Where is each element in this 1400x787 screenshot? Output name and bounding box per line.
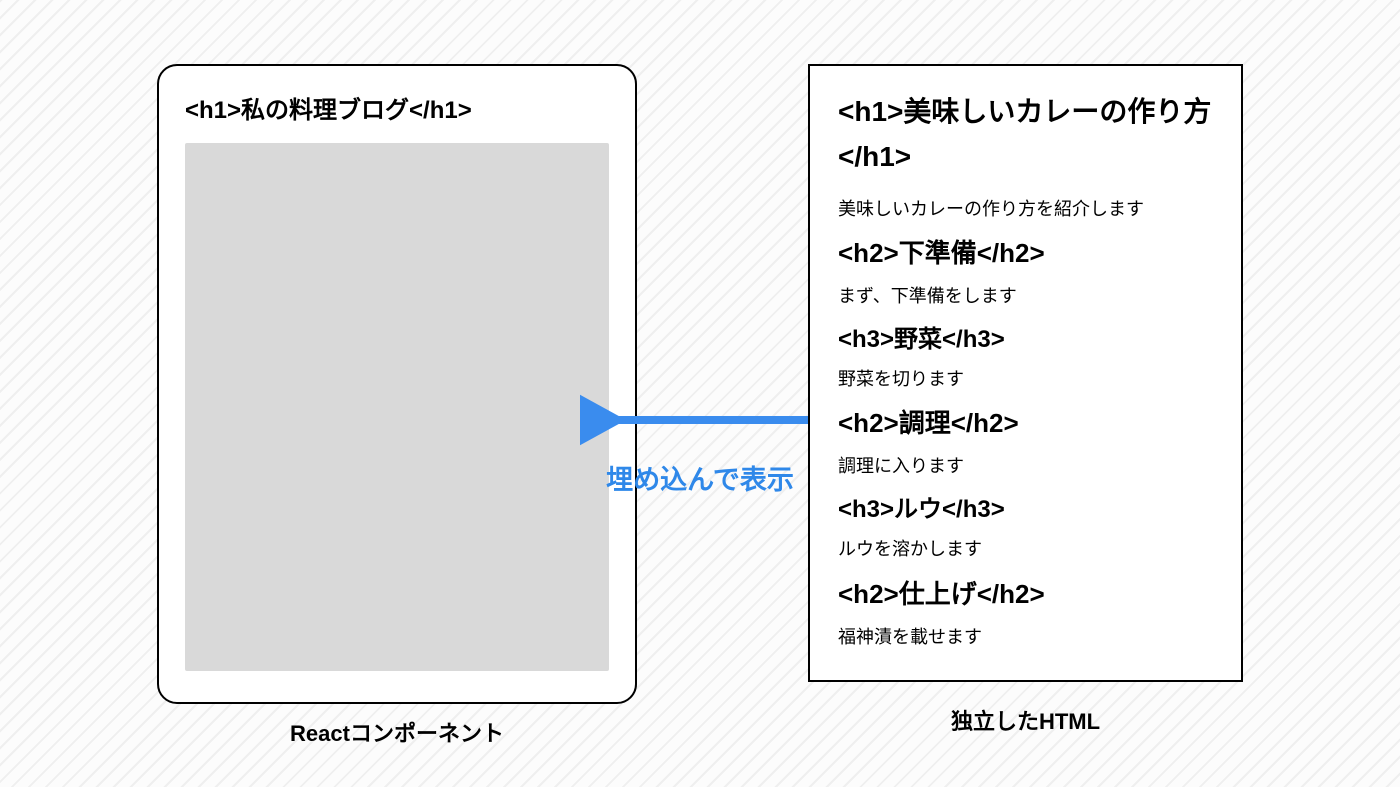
html-p: 福神漬を載せます [838,622,1213,653]
react-component-heading: <h1>私の料理ブログ</h1> [185,90,609,125]
arrow-icon [580,390,812,450]
html-h2: <h2>下準備</h2> [838,234,1213,273]
standalone-html-caption: 独立したHTML [808,704,1243,736]
html-h2: <h2>仕上げ</h2> [838,575,1213,614]
html-p: まず、下準備をします [838,281,1213,312]
embed-placeholder [185,143,609,671]
html-h3: <h3>ルウ</h3> [838,492,1213,528]
react-component-caption: Reactコンポーネント [157,716,637,748]
html-p: 野菜を切ります [838,364,1213,395]
html-h3: <h3>野菜</h3> [838,322,1213,358]
standalone-html-panel: <h1>美味しいカレーの作り方</h1> 美味しいカレーの作り方を紹介します <h2… [808,64,1243,682]
html-p: 調理に入ります [838,451,1213,482]
html-h2: <h2>調理</h2> [838,404,1213,443]
react-component-panel: <h1>私の料理ブログ</h1> [157,64,637,704]
html-h1: <h1>美味しいカレーの作り方</h1> [838,90,1213,180]
html-p: 美味しいカレーの作り方を紹介します [838,194,1213,225]
html-p: ルウを溶かします [838,534,1213,565]
arrow-label: 埋め込んで表示 [580,458,820,497]
